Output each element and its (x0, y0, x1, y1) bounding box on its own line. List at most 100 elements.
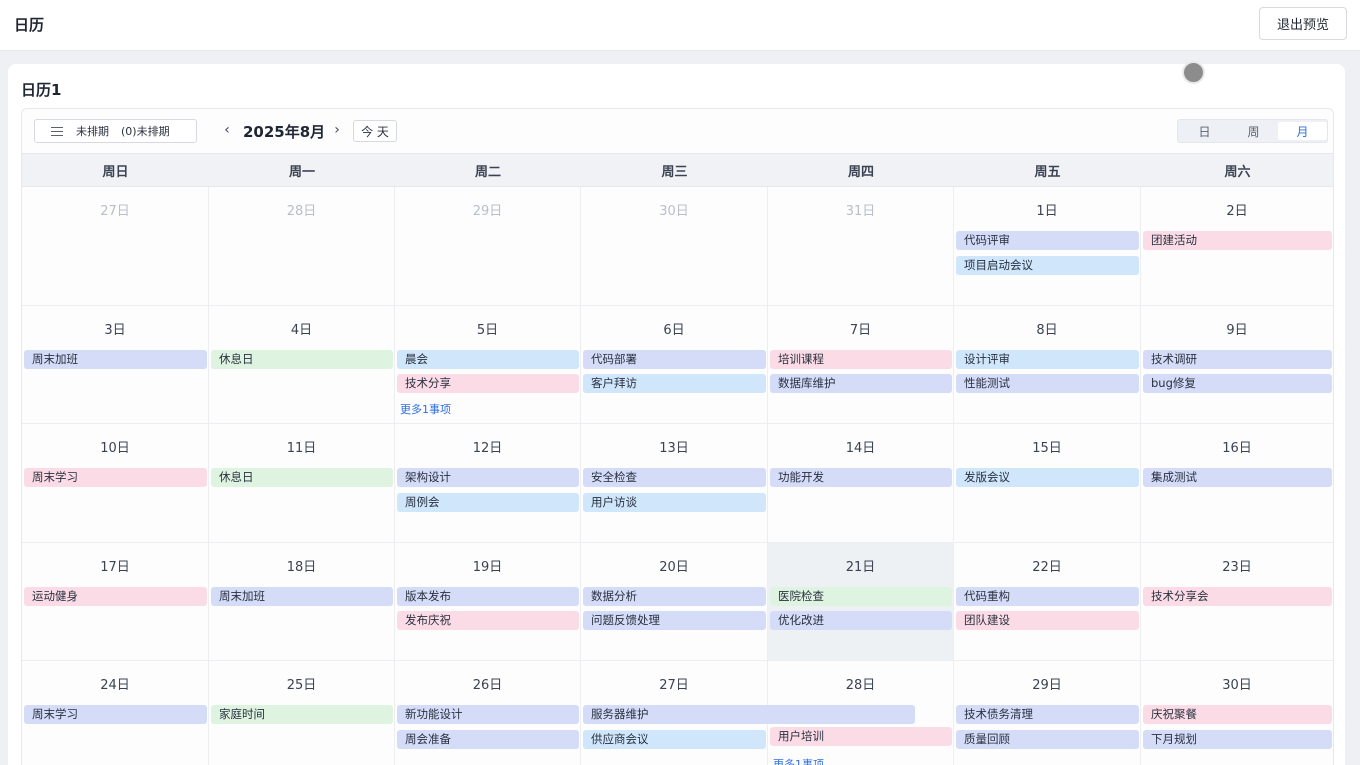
day-cell[interactable]: 12日 架构设计 周例会 (395, 424, 581, 543)
day-number: 4日 (290, 322, 313, 338)
day-cell[interactable]: 22日代码重构团队建设 (954, 542, 1141, 661)
event-chip[interactable]: bug修复 (1143, 374, 1332, 393)
more-events-link[interactable]: 更多1事项 (773, 756, 824, 765)
event-chip[interactable]: 医院检查 (770, 586, 952, 606)
event-chip[interactable]: 技术调研 (1143, 349, 1332, 369)
event-chip[interactable]: 团队建设 (956, 611, 1139, 630)
event-chip[interactable]: 用户访谈 (583, 492, 766, 512)
day-cell[interactable]: 29日 (395, 187, 581, 306)
view-day-option[interactable]: 日 (1180, 122, 1229, 140)
event-chip[interactable]: 质量回顾 (956, 729, 1139, 749)
day-cell[interactable]: 19日 版本发布 发布庆祝 (395, 542, 581, 661)
event-chip[interactable]: 家庭时间 (211, 705, 393, 724)
day-cell[interactable]: 27日 (22, 187, 209, 306)
event-chip[interactable]: 技术债务清理 (956, 705, 1139, 724)
event-chip[interactable]: 代码评审 (956, 231, 1139, 250)
day-cell[interactable]: 23日 技术分享会 (1141, 543, 1333, 661)
event-chip[interactable]: 周末学习 (24, 468, 207, 487)
event-chip[interactable]: 优化改进 (770, 611, 952, 630)
day-cell[interactable]: 14日 功能开发 (768, 424, 954, 543)
day-number: 29日 (1032, 678, 1062, 693)
exit-preview-button[interactable]: 退出预览 (1259, 7, 1347, 40)
day-cell[interactable]: 7日 培训课程 数据库维护 (768, 305, 954, 424)
day-cell[interactable]: 9日 技术调研 bug修复 (1141, 306, 1333, 424)
event-chip[interactable]: 集成测试 (1143, 468, 1332, 487)
event-chip[interactable]: 供应商会议 (583, 729, 766, 749)
more-events-link[interactable]: 更多1事项 (400, 401, 451, 417)
unscheduled-button[interactable]: 未排期 (0)未排期 (34, 119, 197, 143)
event-chip[interactable]: 庆祝聚餐 (1143, 705, 1332, 724)
view-month-option[interactable]: 月 (1278, 122, 1327, 140)
event-chip[interactable]: 周末学习 (24, 705, 207, 724)
event-chip[interactable]: 项目启动会议 (956, 255, 1139, 275)
event-chip[interactable]: 周例会 (397, 492, 579, 512)
event-chip[interactable]: 团建活动 (1143, 231, 1332, 250)
event-chip[interactable]: 周会准备 (397, 729, 579, 749)
day-cell[interactable]: 21日 医院检查 优化改进 (768, 542, 954, 661)
event-chip[interactable]: 培训课程 (770, 349, 952, 369)
weekday-header: 周日 周一 周二 周三 周四 周五 周六 (22, 153, 1333, 187)
day-cell[interactable]: 27日服务器维护供应商会议 (581, 661, 915, 765)
event-chip[interactable]: 客户拜访 (583, 374, 766, 393)
day-number: 13日 (659, 441, 689, 456)
day-number: 20日 (659, 559, 689, 575)
day-cell[interactable]: 20日数据分析问题反馈处理 (581, 542, 768, 661)
day-cell[interactable]: 30日庆祝聚餐下月规划 (1141, 661, 1333, 765)
day-cell[interactable]: 17日 运动健身 (22, 542, 209, 661)
event-chip[interactable]: 数据分析 (583, 586, 766, 606)
day-cell[interactable]: 30日 (581, 187, 768, 306)
day-cell[interactable]: 8日 设计评审 性能测试 (954, 305, 1141, 424)
view-week-option[interactable]: 周 (1229, 122, 1278, 140)
day-cell[interactable]: 2日 团建活动 (1141, 187, 1333, 306)
day-cell[interactable]: 6日 代码部署 客户拜访 (581, 305, 768, 424)
event-chip[interactable]: 代码部署 (583, 349, 766, 369)
day-number: 22日 (1032, 559, 1062, 575)
day-cell[interactable]: 3日 周末加班 (22, 305, 209, 424)
day-cell[interactable]: 10日 周末学习 (22, 424, 209, 543)
event-chip[interactable]: 版本发布 (397, 586, 579, 606)
day-cell[interactable]: 24日 周末学习 (22, 661, 209, 765)
day-cell[interactable]: 11日 休息日 (209, 424, 395, 543)
chevron-right-icon[interactable]: › (329, 121, 345, 139)
event-chip[interactable]: 架构设计 (397, 468, 579, 487)
event-chip[interactable]: 安全检查 (583, 468, 766, 487)
day-cell[interactable]: 25日 家庭时间 (209, 661, 395, 765)
event-chip[interactable]: 休息日 (211, 349, 393, 369)
event-chip[interactable]: 下月规划 (1143, 729, 1332, 749)
drag-handle-icon[interactable] (1182, 61, 1205, 84)
event-chip[interactable]: 晨会 (397, 349, 579, 369)
event-chip[interactable]: 代码重构 (956, 586, 1139, 606)
day-cell[interactable]: 1日 代码评审 项目启动会议 (954, 187, 1141, 306)
event-chip[interactable]: 周末加班 (211, 586, 393, 606)
day-number: 30日 (1222, 678, 1252, 693)
chevron-left-icon[interactable]: ‹ (219, 121, 235, 139)
day-number: 16日 (1222, 441, 1252, 456)
day-cell[interactable]: 31日 (768, 187, 954, 306)
day-cell[interactable]: 4日休息日 (209, 305, 395, 424)
event-chip[interactable]: 功能开发 (770, 468, 952, 487)
event-chip[interactable]: 技术分享 (397, 374, 579, 393)
day-cell[interactable]: 18日 周末加班 (209, 542, 395, 661)
event-chip[interactable]: 性能测试 (956, 374, 1139, 393)
day-cell[interactable]: 16日集成测试 (1141, 424, 1333, 543)
event-chip[interactable]: 发布庆祝 (397, 611, 579, 630)
day-number: 27日 (659, 678, 689, 693)
day-cell[interactable]: 28日 (209, 187, 395, 306)
event-chip[interactable]: 技术分享会 (1143, 586, 1332, 606)
day-cell[interactable]: 26日 新功能设计 周会准备 (395, 661, 581, 765)
today-button[interactable]: 今 天 (353, 120, 397, 142)
event-chip[interactable]: 数据库维护 (770, 374, 952, 393)
event-chip[interactable]: 用户培训 (770, 726, 952, 746)
event-chip[interactable]: 周末加班 (24, 349, 207, 369)
event-chip[interactable]: 发版会议 (956, 468, 1139, 487)
day-cell[interactable]: 29日技术债务清理 质量回顾 (954, 661, 1141, 765)
event-chip[interactable]: 新功能设计 (397, 705, 579, 724)
event-chip[interactable]: 休息日 (211, 468, 393, 487)
event-chip[interactable]: 服务器维护 (583, 705, 915, 724)
day-cell[interactable]: 5日 晨会 技术分享 更多1事项 (395, 305, 581, 424)
event-chip[interactable]: 设计评审 (956, 349, 1139, 369)
day-cell[interactable]: 13日安全检查用户访谈 (581, 424, 768, 543)
day-cell[interactable]: 15日 发版会议 (954, 424, 1141, 543)
event-chip[interactable]: 运动健身 (24, 586, 207, 606)
event-chip[interactable]: 问题反馈处理 (583, 611, 766, 630)
